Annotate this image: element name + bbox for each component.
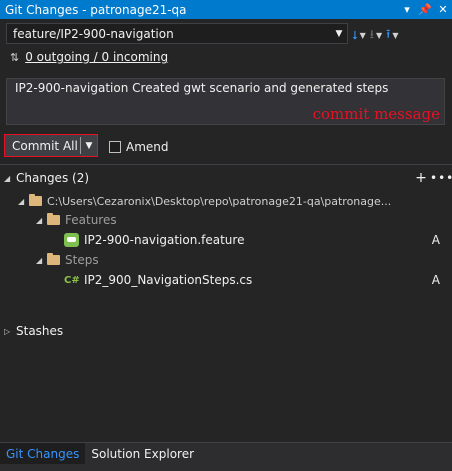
outgoing-incoming-link[interactable]: 0 outgoing / 0 incoming bbox=[25, 50, 168, 64]
push-icon: ⭱ bbox=[386, 27, 391, 41]
expanded-triangle-icon[interactable]: ◢ bbox=[36, 216, 47, 225]
pull-icon: ⭳ bbox=[369, 27, 374, 41]
commit-all-button[interactable]: Commit All ▼ bbox=[4, 134, 98, 157]
expanded-triangle-icon[interactable]: ◢ bbox=[18, 197, 29, 206]
fetch-button[interactable]: ⭣ ▼ bbox=[352, 28, 366, 43]
folder-open-icon bbox=[47, 253, 60, 265]
tree-folder-features[interactable]: ◢ Features bbox=[36, 211, 117, 229]
branch-selector[interactable]: feature/IP2-900-navigation ▼ bbox=[6, 23, 348, 44]
folder-open-icon bbox=[47, 213, 60, 225]
file-status: A bbox=[431, 233, 440, 247]
file-row[interactable]: C# IP2_900_NavigationSteps.cs A bbox=[64, 271, 444, 289]
close-icon[interactable]: ✕ bbox=[434, 3, 452, 16]
feature-file-icon bbox=[64, 233, 79, 247]
file-row[interactable]: IP2-900-navigation.feature A bbox=[64, 231, 444, 249]
file-status: A bbox=[431, 273, 440, 287]
window-title: Git Changes - patronage21-qa bbox=[5, 2, 187, 17]
root-path-label: C:\Users\Cezaronix\Desktop\repo\patronag… bbox=[47, 194, 392, 208]
git-actions: ⭣ ▼ ⭳ ▼ ⭱ ▼ bbox=[352, 25, 399, 46]
folder-name: Steps bbox=[65, 253, 99, 267]
changes-section-header[interactable]: ◢ Changes (2) + ••• bbox=[4, 170, 452, 186]
window-titlebar: Git Changes - patronage21-qa ▾ 📌 ✕ bbox=[0, 0, 452, 19]
amend-checkbox-group[interactable]: Amend bbox=[109, 140, 169, 154]
bottom-strip bbox=[0, 464, 452, 471]
chevron-down-icon[interactable]: ▼ bbox=[331, 29, 347, 39]
expanded-triangle-icon[interactable]: ◢ bbox=[4, 174, 16, 183]
amend-label: Amend bbox=[126, 140, 169, 154]
commit-all-label: Commit All bbox=[12, 138, 78, 153]
bottom-tabs: Git Changes Solution Explorer bbox=[0, 442, 452, 464]
pin-icon[interactable]: 📌 bbox=[416, 3, 434, 16]
pull-button[interactable]: ⭳ ▼ bbox=[370, 25, 382, 46]
fetch-icon: ⭣ bbox=[352, 28, 358, 42]
changes-header-label: Changes (2) bbox=[16, 171, 90, 185]
sync-status-row: ⇅ 0 outgoing / 0 incoming bbox=[10, 50, 168, 64]
commit-message-annotation: commit message bbox=[312, 105, 440, 123]
tree-root-folder[interactable]: ◢ C:\Users\Cezaronix\Desktop\repo\patron… bbox=[18, 192, 446, 210]
chevron-down-icon[interactable]: ▼ bbox=[81, 141, 97, 151]
folder-open-icon bbox=[29, 194, 42, 206]
stage-all-icon[interactable]: + bbox=[412, 170, 430, 186]
commit-message-input[interactable]: IP2-900-navigation Created gwt scenario … bbox=[6, 78, 445, 125]
file-name: IP2_900_NavigationSteps.cs bbox=[84, 273, 253, 287]
folder-name: Features bbox=[65, 213, 117, 227]
push-button[interactable]: ⭱ ▼ bbox=[386, 25, 398, 46]
stashes-section-header[interactable]: ▷ Stashes bbox=[4, 324, 63, 338]
amend-checkbox[interactable] bbox=[109, 141, 121, 153]
sync-arrows-icon: ⇅ bbox=[10, 50, 20, 64]
more-options-icon[interactable]: ••• bbox=[430, 171, 452, 185]
section-divider bbox=[0, 164, 452, 165]
tree-folder-steps[interactable]: ◢ Steps bbox=[36, 251, 99, 269]
commit-message-text: IP2-900-navigation Created gwt scenario … bbox=[15, 81, 389, 95]
branch-name: feature/IP2-900-navigation bbox=[13, 26, 174, 41]
chevron-down-icon[interactable]: ▼ bbox=[376, 31, 382, 40]
git-changes-panel: feature/IP2-900-navigation ▼ ⭣ ▼ ⭳ ▼ ⭱ ▼ ⇅ … bbox=[0, 19, 452, 442]
expanded-triangle-icon[interactable]: ◢ bbox=[36, 256, 47, 265]
collapsed-triangle-icon[interactable]: ▷ bbox=[4, 327, 16, 336]
file-name: IP2-900-navigation.feature bbox=[84, 233, 245, 247]
chevron-down-icon[interactable]: ▼ bbox=[392, 31, 398, 40]
tab-solution-explorer[interactable]: Solution Explorer bbox=[85, 443, 200, 464]
stashes-header-label: Stashes bbox=[16, 324, 64, 338]
csharp-file-icon: C# bbox=[64, 274, 80, 286]
dropdown-arrow-icon[interactable]: ▾ bbox=[398, 3, 416, 16]
chevron-down-icon[interactable]: ▼ bbox=[360, 31, 366, 40]
tab-git-changes[interactable]: Git Changes bbox=[0, 443, 86, 464]
